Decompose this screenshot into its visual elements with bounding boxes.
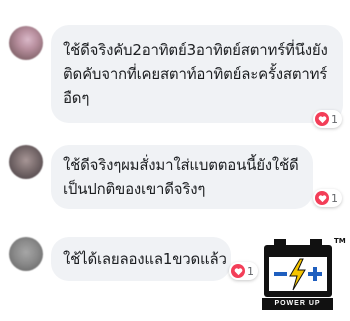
- reaction-summary[interactable]: 1: [229, 262, 258, 280]
- comment-text-line: อืดๆ: [63, 89, 90, 107]
- reaction-count: 1: [247, 264, 254, 278]
- logo-badge-text: POWER UP: [262, 298, 333, 310]
- reaction-summary[interactable]: 1: [313, 189, 342, 207]
- reaction-count: 1: [331, 191, 338, 205]
- power-up-logo: POWER UP TM: [262, 237, 346, 310]
- trademark-mark: TM: [334, 237, 346, 245]
- comment-text-line: ติดคับจากที่เคยสตาท์อาทิตย์ละครั้งสตาทร์: [63, 65, 328, 83]
- heart-reaction-icon: [231, 264, 245, 278]
- reaction-count: 1: [331, 112, 338, 126]
- comment-bubble: ใช้ดีจริงคับ2อาทิตย์3อาทิตย์สตาทร์ที่นึง…: [51, 25, 343, 123]
- comment-text-line: ใช้ได้เลยลองแล1ขวดแล้ว: [63, 250, 227, 268]
- battery-icon: [264, 239, 332, 297]
- comment-text-line: เป็นปกติของเขาดีจริงๆ: [63, 180, 206, 198]
- commenter-avatar[interactable]: [9, 145, 43, 179]
- commenter-avatar[interactable]: [9, 26, 43, 60]
- heart-reaction-icon: [315, 191, 329, 205]
- comment-text-line: ใช้ดีจริงๆผมสั่งมาใส่แบตตอนนี้ยังใช้ดี: [63, 156, 299, 174]
- reaction-summary[interactable]: 1: [313, 110, 342, 128]
- commenter-avatar[interactable]: [9, 237, 43, 271]
- comment-bubble: ใช้ได้เลยลองแล1ขวดแล้ว: [51, 237, 231, 281]
- heart-reaction-icon: [315, 112, 329, 126]
- comment-bubble: ใช้ดีจริงๆผมสั่งมาใส่แบตตอนนี้ยังใช้ดี เ…: [51, 145, 313, 209]
- comment-text-line: ใช้ดีจริงคับ2อาทิตย์3อาทิตย์สตาทร์ที่นึง…: [63, 41, 328, 59]
